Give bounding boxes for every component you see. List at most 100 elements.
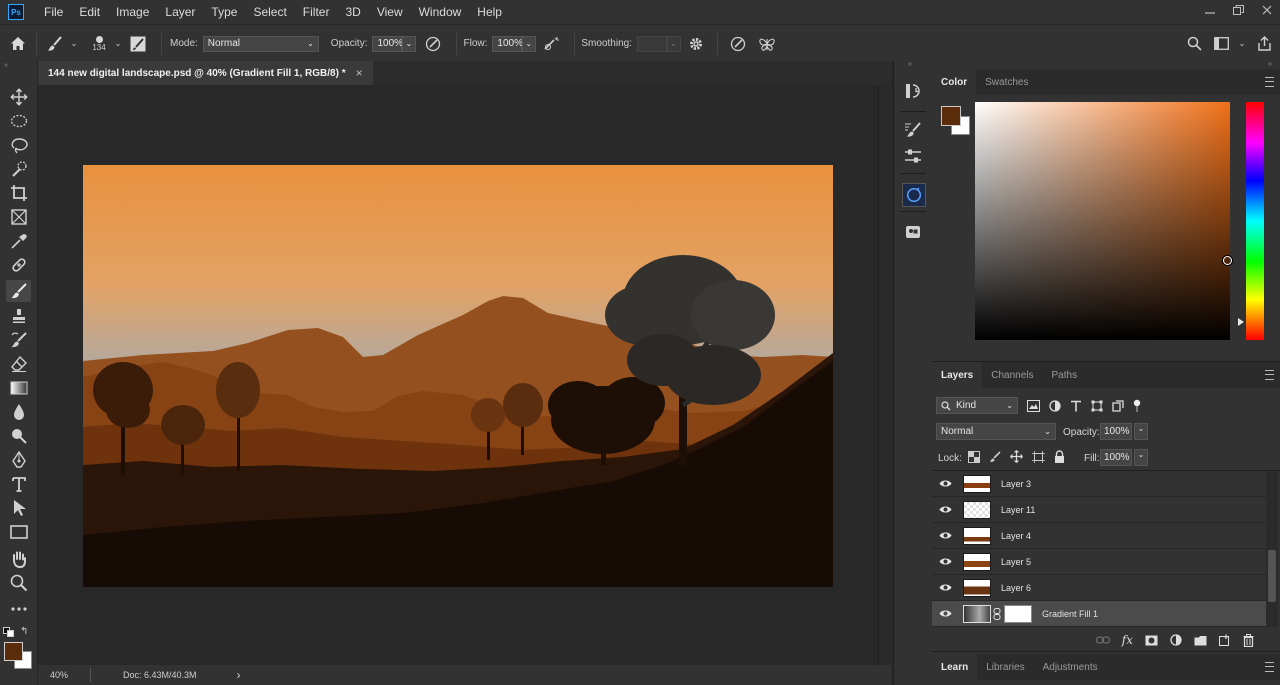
add-mask-icon[interactable] bbox=[1145, 635, 1158, 646]
tab-paths[interactable]: Paths bbox=[1043, 362, 1087, 388]
brush-settings-panel-icon[interactable] bbox=[123, 36, 153, 52]
tab-channels[interactable]: Channels bbox=[982, 362, 1042, 388]
share-icon[interactable] bbox=[1254, 36, 1274, 51]
type-layer-filter-icon[interactable] bbox=[1070, 400, 1082, 412]
zoom-level[interactable]: 40% bbox=[38, 670, 90, 680]
pen-tool-icon[interactable] bbox=[6, 449, 31, 471]
brush-settings-icon[interactable] bbox=[902, 119, 924, 141]
lock-position-icon[interactable] bbox=[1010, 450, 1023, 463]
layer-row[interactable]: Layer 3 bbox=[932, 471, 1266, 497]
navigator-panel-icon[interactable] bbox=[902, 183, 926, 207]
layer-filter-dropdown[interactable]: Kind ⌄ bbox=[936, 397, 1018, 414]
layers-scrollbar[interactable] bbox=[1266, 471, 1278, 627]
menu-view[interactable]: View bbox=[369, 0, 411, 24]
libraries-panel-icon[interactable] bbox=[902, 221, 924, 243]
type-tool-icon[interactable] bbox=[6, 473, 31, 495]
home-icon[interactable] bbox=[0, 36, 36, 51]
eyedropper-tool-icon[interactable] bbox=[6, 230, 31, 252]
hand-tool-icon[interactable] bbox=[6, 548, 31, 570]
layer-style-fx-icon[interactable]: fx bbox=[1122, 633, 1133, 647]
delete-layer-icon[interactable] bbox=[1243, 633, 1254, 647]
menu-layer[interactable]: Layer bbox=[157, 0, 203, 24]
menu-filter[interactable]: Filter bbox=[295, 0, 338, 24]
chevron-down-icon[interactable]: ⌄ bbox=[69, 39, 79, 48]
layer-name[interactable]: Gradient Fill 1 bbox=[1042, 609, 1098, 619]
move-tool-icon[interactable] bbox=[6, 86, 31, 108]
properties-panel-icon[interactable] bbox=[902, 145, 924, 167]
tab-learn[interactable]: Learn bbox=[932, 654, 978, 680]
layer-name[interactable]: Layer 4 bbox=[1001, 531, 1031, 541]
healing-brush-tool-icon[interactable] bbox=[6, 254, 31, 276]
pressure-size-icon[interactable] bbox=[724, 36, 752, 52]
eye-icon[interactable] bbox=[932, 531, 958, 540]
pixel-layer-filter-icon[interactable] bbox=[1027, 399, 1040, 412]
tab-swatches[interactable]: Swatches bbox=[976, 69, 1037, 95]
adjustment-layer-filter-icon[interactable] bbox=[1049, 399, 1061, 412]
blur-tool-icon[interactable] bbox=[6, 401, 31, 423]
gradient-fill-thumbnail[interactable] bbox=[963, 604, 991, 623]
menu-edit[interactable]: Edit bbox=[71, 0, 108, 24]
lock-image-pixels-icon[interactable] bbox=[989, 450, 1001, 463]
collapse-panels-icon[interactable]: « bbox=[1268, 61, 1272, 68]
marquee-tool-icon[interactable] bbox=[6, 110, 31, 132]
menu-window[interactable]: Window bbox=[411, 0, 470, 24]
crop-tool-icon[interactable] bbox=[6, 182, 31, 204]
close-tab-icon[interactable]: × bbox=[356, 66, 363, 80]
layer-row-selected[interactable]: Gradient Fill 1 bbox=[932, 601, 1266, 627]
brush-size-chevron-icon[interactable]: ⌄ bbox=[113, 39, 123, 48]
menu-type[interactable]: Type bbox=[203, 0, 245, 24]
canvas-vertical-scrollbar[interactable] bbox=[878, 85, 893, 665]
lock-all-icon[interactable] bbox=[1054, 450, 1065, 463]
menu-select[interactable]: Select bbox=[245, 0, 294, 24]
layer-opacity-field[interactable]: 100% bbox=[1100, 423, 1132, 440]
layer-name[interactable]: Layer 6 bbox=[1001, 583, 1031, 593]
filter-toggle-icon[interactable] bbox=[1133, 399, 1141, 413]
zoom-tool-icon[interactable] bbox=[6, 572, 31, 594]
close-window-icon[interactable] bbox=[1262, 5, 1272, 15]
lock-transparent-pixels-icon[interactable] bbox=[968, 450, 980, 463]
smoothing-field[interactable] bbox=[636, 35, 667, 52]
foreground-color-swatch[interactable] bbox=[4, 642, 23, 661]
menu-image[interactable]: Image bbox=[108, 0, 157, 24]
collapse-icon[interactable]: « bbox=[908, 61, 912, 68]
lasso-tool-icon[interactable] bbox=[6, 134, 31, 156]
chevron-down-icon[interactable]: ⌄ bbox=[1238, 39, 1246, 48]
color-picker-field[interactable] bbox=[975, 102, 1232, 340]
opacity-slider-toggle[interactable]: ⌄ bbox=[402, 35, 417, 52]
history-panel-icon[interactable] bbox=[902, 80, 924, 102]
rectangle-tool-icon[interactable] bbox=[6, 521, 31, 543]
new-group-icon[interactable] bbox=[1194, 635, 1207, 646]
dodge-tool-icon[interactable] bbox=[6, 425, 31, 447]
eye-icon[interactable] bbox=[932, 479, 958, 488]
gradient-tool-icon[interactable] bbox=[6, 377, 31, 399]
default-colors-icon[interactable] bbox=[3, 627, 15, 640]
symmetry-butterfly-icon[interactable] bbox=[752, 36, 782, 52]
brush-tool-icon[interactable] bbox=[41, 35, 69, 53]
opacity-field[interactable]: 100% bbox=[372, 35, 403, 52]
new-layer-icon[interactable] bbox=[1219, 634, 1231, 646]
frame-tool-icon[interactable] bbox=[6, 206, 31, 228]
layer-row[interactable]: Layer 5 bbox=[932, 549, 1266, 575]
eye-icon[interactable] bbox=[932, 557, 958, 566]
menu-help[interactable]: Help bbox=[469, 0, 510, 24]
bottom-panel-menu-icon[interactable] bbox=[1265, 662, 1274, 672]
eye-icon[interactable] bbox=[932, 583, 958, 592]
collapse-toolbar-icon[interactable]: » bbox=[4, 62, 8, 69]
minimize-icon[interactable] bbox=[1205, 5, 1215, 15]
tab-adjustments[interactable]: Adjustments bbox=[1034, 654, 1107, 680]
brush-tool-icon[interactable] bbox=[6, 280, 31, 302]
quick-selection-tool-icon[interactable] bbox=[6, 158, 31, 180]
layer-mask-thumbnail[interactable] bbox=[1004, 604, 1032, 623]
tab-libraries[interactable]: Libraries bbox=[977, 654, 1033, 680]
airbrush-icon[interactable] bbox=[536, 36, 568, 52]
link-layers-icon[interactable] bbox=[1095, 636, 1110, 644]
hue-slider[interactable] bbox=[1246, 102, 1264, 340]
menu-3d[interactable]: 3D bbox=[337, 0, 368, 24]
layer-name[interactable]: Layer 11 bbox=[1001, 505, 1035, 515]
layer-opacity-toggle[interactable]: ⌄ bbox=[1134, 423, 1148, 440]
document-canvas[interactable] bbox=[83, 165, 833, 587]
eye-icon[interactable] bbox=[932, 609, 958, 618]
flow-field[interactable]: 100% bbox=[492, 35, 523, 52]
history-brush-tool-icon[interactable] bbox=[6, 329, 31, 351]
layer-row[interactable]: Layer 11 bbox=[932, 497, 1266, 523]
